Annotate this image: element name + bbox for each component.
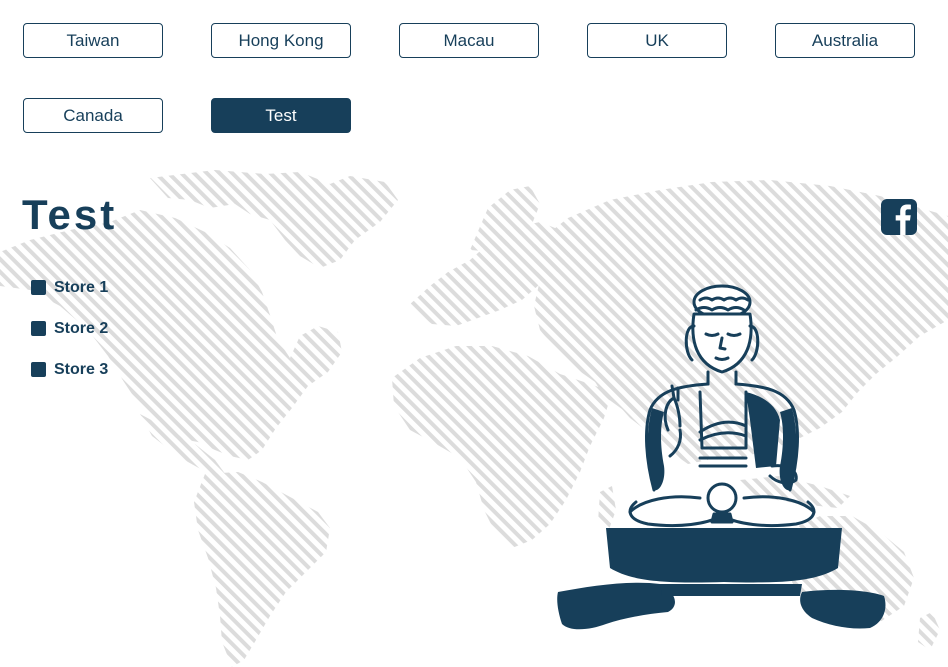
square-bullet-icon [31, 362, 46, 377]
region-button-macau[interactable]: Macau [399, 23, 539, 58]
store-item-1[interactable]: Store 1 [31, 276, 108, 299]
store-item-2[interactable]: Store 2 [31, 317, 108, 340]
region-button-australia[interactable]: Australia [775, 23, 915, 58]
store-label: Store 3 [54, 360, 109, 378]
store-item-3[interactable]: Store 3 [31, 358, 108, 381]
page-title: Test [22, 191, 118, 238]
square-bullet-icon [31, 321, 46, 336]
store-label: Store 2 [54, 319, 109, 337]
square-bullet-icon [31, 280, 46, 295]
store-list: Store 1 Store 2 Store 3 [31, 276, 108, 399]
region-button-test[interactable]: Test [211, 98, 351, 133]
store-label: Store 1 [54, 278, 109, 296]
buddha-statue-illustration [557, 284, 886, 630]
region-button-hong-kong[interactable]: Hong Kong [211, 23, 351, 58]
region-button-uk[interactable]: UK [587, 23, 727, 58]
region-button-canada[interactable]: Canada [23, 98, 163, 133]
region-button-taiwan[interactable]: Taiwan [23, 23, 163, 58]
facebook-icon[interactable] [881, 199, 917, 235]
